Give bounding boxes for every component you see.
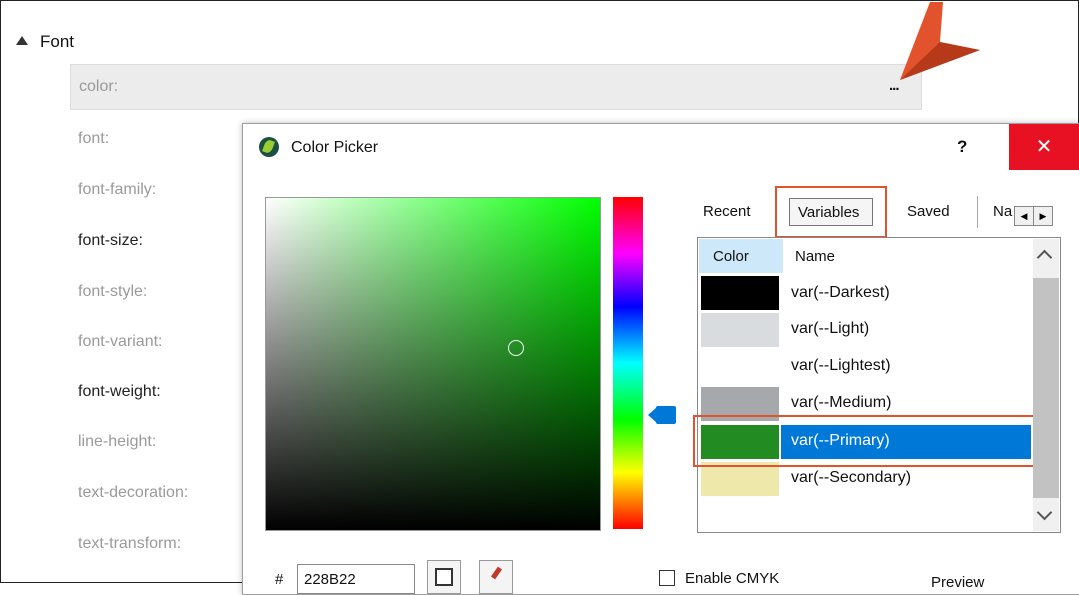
callout-arrow-icon [900, 2, 980, 80]
arrow-right-icon: ▶ [1039, 211, 1047, 221]
dialog-title: Color Picker [291, 139, 379, 156]
list-item-light[interactable]: var(--Light) [791, 320, 869, 338]
hex-input[interactable]: 228B22 [297, 564, 415, 594]
swatch-light[interactable] [701, 313, 779, 347]
saturation-value-area[interactable] [265, 197, 601, 531]
list-item-medium[interactable]: var(--Medium) [791, 394, 891, 412]
property-font-style[interactable]: font-style: [78, 283, 147, 301]
close-button[interactable]: ✕ [1009, 124, 1079, 170]
tab-scroll-left-button[interactable]: ◀ [1014, 206, 1034, 226]
list-header-color-label: Color [713, 248, 749, 265]
list-header-color[interactable]: Color [699, 239, 783, 273]
list-item-secondary[interactable]: var(--Secondary) [791, 469, 911, 487]
property-font[interactable]: font: [78, 130, 109, 148]
tab-separator [977, 196, 978, 228]
hex-label: # [275, 571, 284, 588]
list-item-primary-highlight [693, 415, 1043, 467]
tab-variables-label: Variables [798, 204, 860, 221]
property-text-transform[interactable]: text-transform: [78, 535, 181, 553]
enable-cmyk-checkbox[interactable] [659, 570, 675, 586]
tab-variables[interactable]: Variables [789, 198, 873, 226]
color-property-label: color: [79, 78, 119, 95]
list-scrollbar-thumb[interactable] [1033, 278, 1059, 498]
tab-saved[interactable]: Saved [907, 203, 950, 220]
list-item-darkest[interactable]: var(--Darkest) [791, 284, 890, 302]
list-header-name[interactable]: Name [795, 248, 835, 265]
tab-recent[interactable]: Recent [703, 203, 751, 220]
section-title: Font [40, 32, 75, 51]
swatch-secondary[interactable] [701, 462, 779, 496]
swatch-darkest[interactable] [701, 276, 779, 310]
hue-slider-handle-icon[interactable] [646, 406, 676, 424]
collapse-triangle-icon[interactable] [16, 36, 28, 45]
save-color-button[interactable] [427, 560, 461, 594]
tab-named[interactable]: Na [993, 203, 1012, 220]
hex-input-value: 228B22 [304, 571, 356, 588]
list-item-lightest[interactable]: var(--Lightest) [791, 357, 891, 375]
property-font-variant[interactable]: font-variant: [78, 333, 162, 351]
help-button[interactable]: ? [957, 137, 967, 157]
property-font-weight[interactable]: font-weight: [78, 383, 161, 401]
color-property-row[interactable]: color: ... [70, 64, 922, 110]
save-icon [435, 568, 453, 586]
app-logo-icon [259, 137, 279, 157]
arrow-left-icon: ◀ [1020, 211, 1028, 221]
property-font-family[interactable]: font-family: [78, 181, 156, 199]
tab-scroll-right-button[interactable]: ▶ [1033, 206, 1053, 226]
property-line-height[interactable]: line-height: [78, 433, 156, 451]
color-cursor-icon[interactable] [508, 340, 524, 356]
property-font-size[interactable]: font-size: [78, 232, 143, 250]
enable-cmyk-label[interactable]: Enable CMYK [685, 570, 779, 587]
eyedropper-button[interactable] [479, 560, 513, 594]
swatch-lightest[interactable] [701, 350, 779, 384]
hue-slider[interactable] [613, 197, 643, 529]
pin-icon [491, 566, 502, 580]
color-picker-dialog: Color Picker ? ✕ Recent Variables Saved … [242, 123, 1079, 595]
property-text-decoration[interactable]: text-decoration: [78, 484, 188, 502]
close-icon: ✕ [1035, 136, 1053, 158]
